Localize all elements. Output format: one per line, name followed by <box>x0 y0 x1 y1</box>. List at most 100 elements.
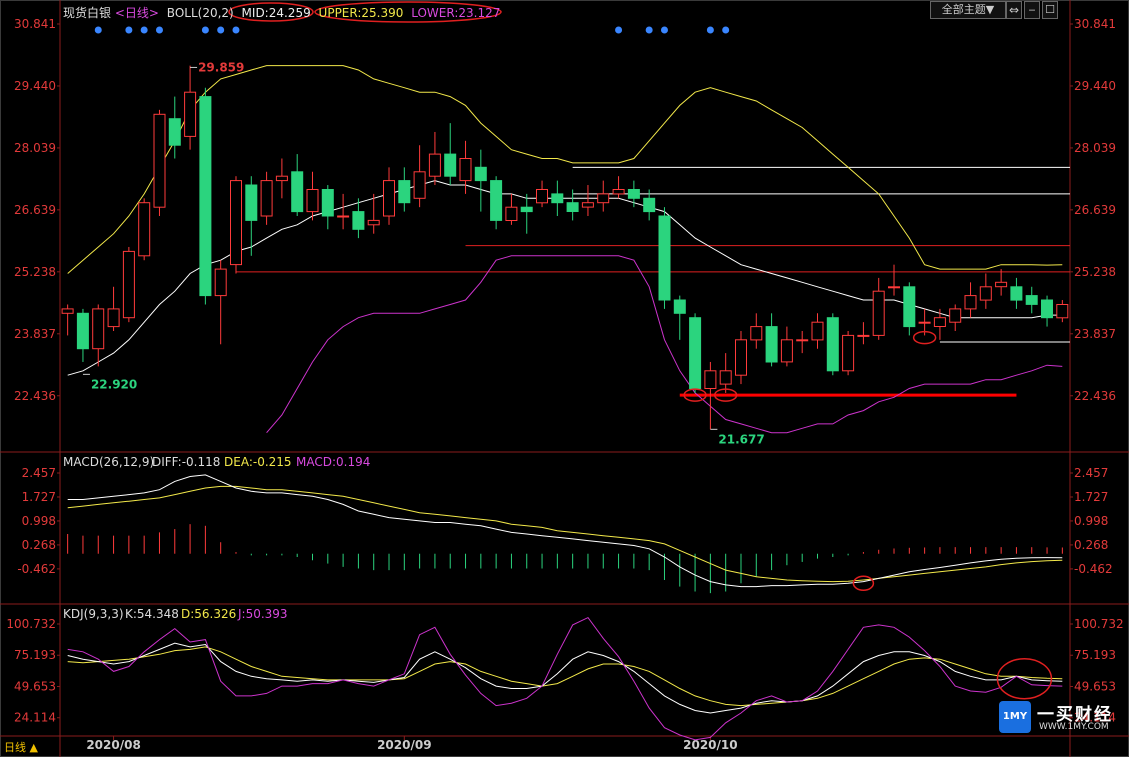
dea-line <box>67 485 1063 583</box>
candle-up <box>888 286 900 289</box>
candle-up <box>367 219 380 226</box>
signal-dot <box>125 26 133 34</box>
kdj-tick-label-left: 49.653 <box>14 679 56 693</box>
candle-down <box>1025 295 1038 305</box>
period-tag[interactable]: <日线> <box>115 6 159 20</box>
price-tick-label-left: 22.436 <box>14 389 56 403</box>
candle-up <box>306 189 319 213</box>
candle-down <box>245 184 258 221</box>
candle-up <box>933 317 946 328</box>
date-axis-label: 2020/08 <box>86 738 140 752</box>
candle-down <box>551 193 564 204</box>
signal-dot <box>232 26 240 34</box>
kdj-k-line <box>67 642 1063 714</box>
kdj-tick-label-right: 75.193 <box>1074 648 1116 662</box>
candle-up <box>92 308 105 350</box>
price-tick-label-left: 30.841 <box>14 17 56 31</box>
macd-tick-label-right: 1.727 <box>1074 490 1108 504</box>
candle-up <box>872 290 885 336</box>
highlight-circle <box>852 575 875 592</box>
date-axis-label: 2020/10 <box>683 738 737 752</box>
kdj-tick-label-left: 100.732 <box>6 617 56 631</box>
candle-up <box>275 175 288 182</box>
candle-up <box>842 334 855 372</box>
maximize-icon[interactable]: ☐ <box>1042 1 1058 19</box>
boll-mid-value: MID:24.259 <box>241 6 311 20</box>
period-footer[interactable]: 日线 ▲ <box>4 739 38 755</box>
macd-value: MACD:0.194 <box>296 455 370 469</box>
candle-up <box>230 180 242 266</box>
candle-down <box>627 189 640 199</box>
candle-down <box>444 153 457 177</box>
candle-down <box>903 286 916 328</box>
candle-down <box>673 299 686 314</box>
macd-diff-value: DIFF:-0.118 <box>152 455 220 469</box>
signal-dot <box>201 26 209 34</box>
kdj-title: KDJ(9,3,3) <box>63 607 124 621</box>
price-tick-label-left: 23.837 <box>14 327 56 341</box>
signal-dot <box>94 26 102 34</box>
candle-down <box>168 118 181 146</box>
diff-line <box>67 474 1063 588</box>
macd-dea-value: DEA:-0.215 <box>224 455 292 469</box>
signal-dot <box>660 26 668 34</box>
price-tick-label-right: 28.039 <box>1074 141 1116 155</box>
low-price-label: 21.677 <box>718 432 764 446</box>
candle-down <box>643 197 656 213</box>
candle-down <box>76 312 89 350</box>
date-axis-label: 2020/09 <box>377 738 431 752</box>
chevron-down-icon: ▼ <box>985 3 995 16</box>
macd-tick-label-left: 0.268 <box>22 538 56 552</box>
candle-down <box>689 317 702 390</box>
candle-up <box>153 113 166 208</box>
high-price-label: 29.859 <box>198 60 244 74</box>
candle-up <box>811 321 824 341</box>
candle-down <box>321 189 334 217</box>
candle-up <box>122 250 135 319</box>
brand-logo-url: WWW.1MY.COM <box>1039 722 1109 732</box>
minimize-icon[interactable]: ‒ <box>1024 1 1040 19</box>
signal-dot <box>217 26 225 34</box>
candle-down <box>1010 286 1023 301</box>
candle-up <box>964 295 977 310</box>
candle-up <box>337 215 350 218</box>
candle-up <box>719 370 732 385</box>
signal-dot <box>155 26 163 34</box>
candle-up <box>979 286 992 301</box>
candle-up <box>383 180 395 217</box>
theme-select-label: 全部主题 <box>941 3 986 16</box>
kdj-tick-label-right: 100.732 <box>1074 617 1124 631</box>
candle-up <box>107 308 120 328</box>
boll-upper-line <box>67 65 1063 274</box>
kdj-tick-label-left: 75.193 <box>14 648 56 662</box>
dash-icon[interactable]: ⇔ <box>1006 1 1022 19</box>
candle-up <box>857 334 870 337</box>
boll-lower-value: LOWER:23.127 <box>411 6 501 20</box>
price-tick-label-left: 28.039 <box>14 141 56 155</box>
macd-tick-label-right: -0.462 <box>1074 562 1113 576</box>
price-tick-label-right: 29.440 <box>1074 79 1116 93</box>
price-tick-label-right: 25.238 <box>1074 265 1116 279</box>
price-tick-label-left: 26.639 <box>14 203 56 217</box>
candle-up <box>612 189 625 195</box>
candle-down <box>765 326 778 363</box>
signal-dot <box>706 26 714 34</box>
theme-select-button[interactable]: 全部主题▼ <box>930 1 1006 19</box>
candle-down <box>520 206 533 213</box>
kdj-d-value: D:56.326 <box>181 607 236 621</box>
candle-down <box>199 96 212 297</box>
kdj-tick-label-right: 49.653 <box>1074 679 1116 693</box>
candle-up <box>780 339 793 363</box>
signal-dot <box>645 26 653 34</box>
signal-dot <box>722 26 730 34</box>
price-tick-label-right: 23.837 <box>1074 327 1116 341</box>
macd-tick-label-right: 0.268 <box>1074 538 1108 552</box>
macd-tick-label-left: -0.462 <box>17 562 56 576</box>
candle-up <box>428 153 441 177</box>
candle-up <box>536 189 548 204</box>
brand-logo-mark: 1MY <box>999 701 1031 733</box>
price-tick-label-right: 26.639 <box>1074 203 1116 217</box>
price-tick-label-left: 25.238 <box>14 265 56 279</box>
candle-up <box>138 202 151 257</box>
instrument-title: 现货白银 <box>63 6 112 20</box>
